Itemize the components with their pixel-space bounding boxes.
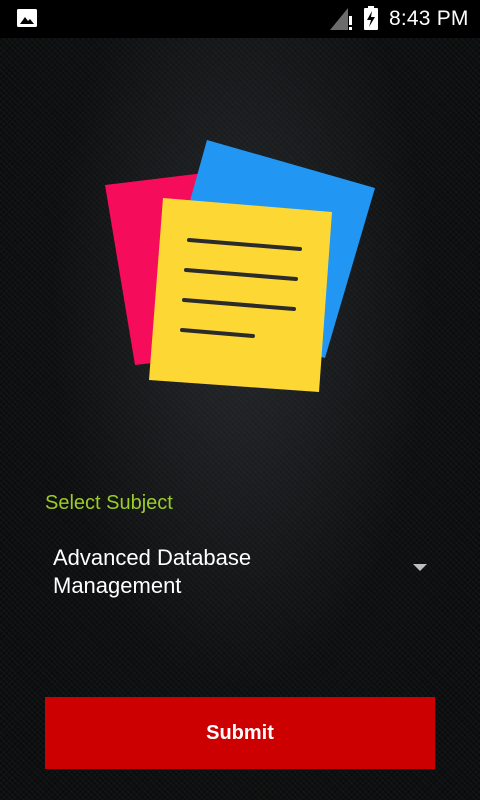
status-bar: 8:43 PM (0, 0, 480, 38)
battery-charging-icon (364, 6, 378, 30)
subject-dropdown[interactable]: Advanced Database Management (45, 538, 443, 608)
notes-icon (105, 140, 375, 392)
signal-no-data-icon (330, 8, 352, 30)
gallery-icon (17, 9, 37, 27)
notes-front-page (149, 198, 332, 392)
status-time: 8:43 PM (389, 7, 469, 30)
select-subject-label: Select Subject (45, 492, 173, 514)
submit-button[interactable]: Submit (45, 697, 435, 769)
selected-subject-value: Advanced Database Management (53, 545, 252, 598)
dropdown-arrow-icon (413, 564, 427, 571)
